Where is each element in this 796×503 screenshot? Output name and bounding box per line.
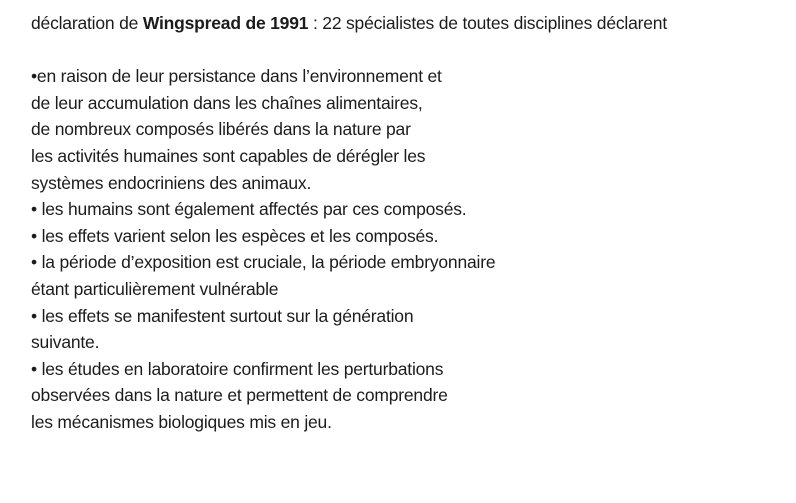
text-line: les mécanismes biologiques mis en jeu. [31,411,332,432]
text-line: les activités humaines sont capables de … [31,145,426,166]
text-line: • les effets varient selon les espèces e… [31,225,439,246]
text-line: • les humains sont également affectés pa… [31,199,467,220]
text-line: • les effets se manifestent surtout sur … [31,305,414,326]
text-line: •en raison de leur persistance dans l’en… [31,66,442,87]
heading-suffix: : 22 spécialistes de toutes disciplines … [308,13,667,33]
heading-prefix: déclaration de [31,13,143,33]
heading-line: déclaration de Wingspread de 1991 : 22 s… [31,10,791,37]
text-line: • la période d’exposition est cruciale, … [31,252,496,273]
text-line: • les études en laboratoire confirment l… [31,358,444,379]
text-line: systèmes endocriniens des animaux. [31,172,312,193]
text-line: de leur accumulation dans les chaînes al… [31,92,423,113]
text-line: observées dans la nature et permettent d… [31,385,448,406]
text-line: de nombreux composés libérés dans la nat… [31,119,411,140]
text-line: suivante. [31,332,100,353]
document-body: déclaration de Wingspread de 1991 : 22 s… [31,10,791,436]
text-line: étant particulièrement vulnérable [31,278,279,299]
heading-bold: Wingspread de 1991 [142,13,309,33]
